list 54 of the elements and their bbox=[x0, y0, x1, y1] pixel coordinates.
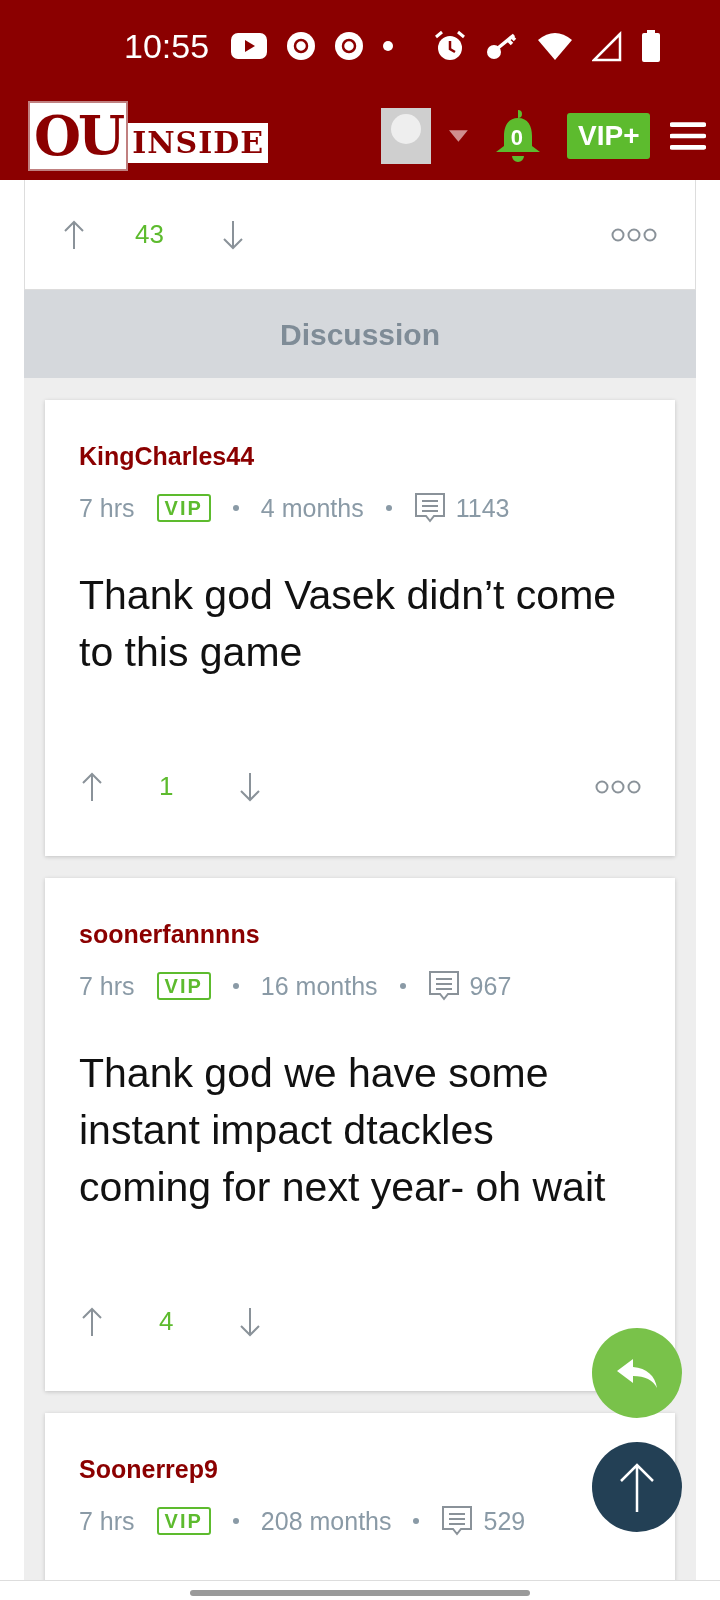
reply-icon bbox=[615, 1357, 659, 1389]
vip-badge: VIP bbox=[156, 494, 211, 523]
username[interactable]: Soonerrep9 bbox=[79, 1451, 218, 1489]
separator-dot-icon bbox=[385, 505, 392, 512]
comment-text: Thank god Vasek didn’t come to this game bbox=[79, 571, 618, 677]
separator-dot-icon bbox=[413, 1518, 420, 1525]
vote-count: 4 bbox=[159, 1305, 174, 1338]
post-count: 529 bbox=[483, 1505, 526, 1537]
separator-dot-icon bbox=[232, 1518, 239, 1525]
downvote-icon[interactable] bbox=[221, 219, 244, 250]
username[interactable]: KingCharles44 bbox=[79, 438, 255, 476]
post-time: 7 hrs bbox=[79, 970, 135, 1002]
downvote-icon[interactable] bbox=[239, 771, 262, 802]
caret-icon[interactable] bbox=[449, 130, 469, 142]
comment-icon bbox=[427, 970, 460, 1003]
member-tenure: 16 months bbox=[260, 970, 378, 1002]
section-title: Discussion bbox=[279, 316, 441, 353]
upvote-icon[interactable] bbox=[63, 219, 85, 250]
post-count: 1143 bbox=[455, 492, 510, 524]
post-time: 7 hrs bbox=[79, 1505, 135, 1537]
post-count: 967 bbox=[469, 970, 512, 1002]
downvote-icon[interactable] bbox=[239, 1306, 262, 1337]
username[interactable]: soonerfannnns bbox=[79, 916, 260, 954]
upvote-icon[interactable] bbox=[81, 771, 103, 802]
vip-badge: VIP bbox=[156, 1507, 211, 1536]
comment-icon bbox=[441, 1505, 474, 1538]
member-tenure: 4 months bbox=[260, 492, 364, 524]
post-time: 7 hrs bbox=[79, 492, 135, 524]
signal-icon bbox=[592, 30, 622, 62]
menu-icon[interactable] bbox=[670, 121, 706, 151]
separator-dot-icon bbox=[232, 983, 239, 990]
alarm-icon bbox=[434, 30, 466, 62]
vip-badge: VIP bbox=[156, 972, 211, 1001]
upvote-icon[interactable] bbox=[81, 1306, 103, 1337]
avatar[interactable] bbox=[380, 108, 432, 164]
member-tenure: 208 months bbox=[260, 1505, 392, 1537]
browser-icon bbox=[287, 32, 316, 60]
comment-icon bbox=[413, 492, 446, 525]
browser-icon bbox=[335, 32, 364, 60]
vote-count: 1 bbox=[159, 770, 174, 803]
clock: 10:55 bbox=[124, 25, 210, 67]
arrow-up-icon bbox=[619, 1462, 655, 1512]
more-icon[interactable] bbox=[611, 227, 657, 242]
site-logo[interactable]: OU INSIDE bbox=[28, 101, 339, 171]
play-icon bbox=[231, 33, 268, 59]
dot-icon bbox=[383, 41, 394, 51]
comment-text: Thank god we have some instant impact dtackles coming for next year- oh wait bbox=[79, 1049, 607, 1212]
separator-dot-icon bbox=[232, 505, 239, 512]
wifi-icon bbox=[538, 32, 572, 60]
battery-icon bbox=[642, 30, 660, 62]
vote-count: 43 bbox=[135, 218, 164, 251]
key-icon bbox=[486, 32, 518, 60]
separator-dot-icon bbox=[399, 983, 406, 990]
more-icon[interactable] bbox=[595, 779, 641, 794]
